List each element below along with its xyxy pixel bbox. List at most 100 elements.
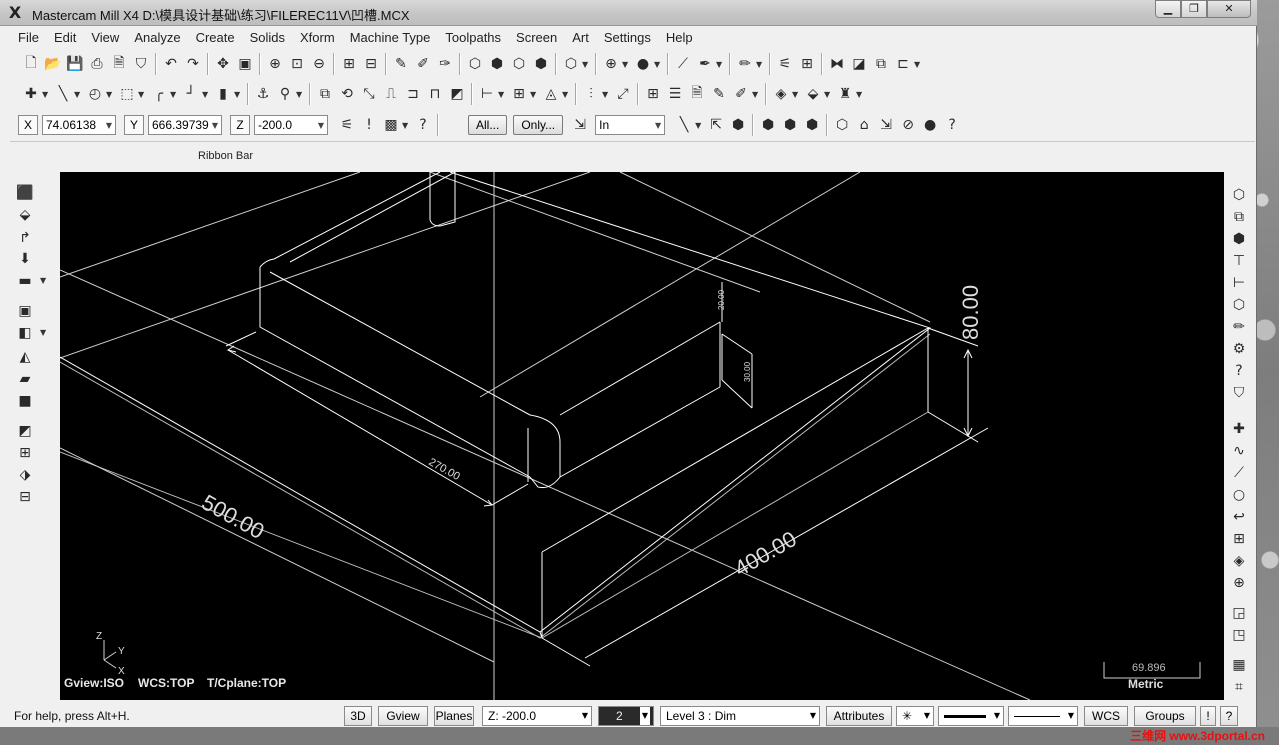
z-label[interactable]: Z xyxy=(230,115,250,135)
wireframe-icon[interactable]: ⊕ xyxy=(601,53,621,75)
chevron-down-icon[interactable]: ▼ xyxy=(1068,707,1074,725)
circle-create-icon[interactable]: ○ xyxy=(1230,486,1248,504)
layout-icon[interactable]: ⊞ xyxy=(16,444,34,462)
hide-icon[interactable]: ✑ xyxy=(435,53,455,75)
chevron-down-icon[interactable]: ▼ xyxy=(756,60,764,69)
relationship-icon[interactable]: ⧉ xyxy=(1230,208,1248,226)
query-icon[interactable]: ? xyxy=(1230,362,1248,380)
zoom-out-icon[interactable]: ⊖ xyxy=(309,53,329,75)
toolpath-copy-icon[interactable]: ◳ xyxy=(1230,626,1248,644)
chevron-down-icon[interactable]: ▼ xyxy=(138,90,146,99)
delete-icon[interactable]: ✐ xyxy=(413,53,433,75)
selection-type-select[interactable]: In ▼ xyxy=(595,115,666,135)
rectangle-icon[interactable]: ⬚ xyxy=(117,83,137,105)
print-preview-icon[interactable]: 🗎 xyxy=(109,53,129,75)
selection-mode-icon[interactable]: ⇲ xyxy=(570,114,590,136)
modify-icon[interactable]: ✒ xyxy=(695,53,715,75)
line-create-icon[interactable]: ⟋ xyxy=(1230,464,1248,482)
cursor-icon[interactable]: ⇱ xyxy=(706,114,726,136)
clear-selection-icon[interactable]: ⊘ xyxy=(898,114,918,136)
spline-icon[interactable]: ∿ xyxy=(1230,442,1248,460)
ruler-icon[interactable]: ⌗ xyxy=(1230,678,1248,696)
tag-icon[interactable]: ⛉ xyxy=(1230,384,1248,402)
print-icon[interactable]: ⎙ xyxy=(87,53,107,75)
chevron-down-icon[interactable]: ▼ xyxy=(622,60,630,69)
z-coordinate-field[interactable]: -200.0 ▼ xyxy=(254,115,328,135)
back-face-icon[interactable]: ⬡ xyxy=(832,114,852,136)
list-icon[interactable]: ☰ xyxy=(665,83,685,105)
shaded-icon[interactable]: ● xyxy=(633,53,653,75)
chevron-down-icon[interactable]: ▼ xyxy=(40,328,46,337)
end-selection-icon[interactable]: ⇲ xyxy=(876,114,896,136)
boolean-icon[interactable]: ◧ xyxy=(16,324,34,342)
revolve-icon[interactable]: ⬙ xyxy=(16,206,34,224)
circle-icon[interactable]: ◴ xyxy=(85,83,105,105)
solid-box-icon[interactable]: ▮ xyxy=(213,83,233,105)
chevron-down-icon[interactable]: ▼ xyxy=(639,707,650,725)
zoom-window-icon[interactable]: ⊡ xyxy=(287,53,307,75)
alert-button[interactable]: ! xyxy=(1200,706,1216,726)
front-view-icon[interactable]: ⬢ xyxy=(487,53,507,75)
chevron-down-icon[interactable]: ▼ xyxy=(296,90,304,99)
chevron-down-icon[interactable]: ▼ xyxy=(752,90,760,99)
help-button[interactable]: ? xyxy=(1220,706,1238,726)
chevron-down-icon[interactable]: ▼ xyxy=(530,90,538,99)
measure-icon[interactable]: ⟋ xyxy=(673,53,693,75)
analyze-icon[interactable]: ✎ xyxy=(391,53,411,75)
face-select-icon[interactable]: ⬢ xyxy=(758,114,778,136)
new-file-icon[interactable]: 🗋 xyxy=(21,53,41,75)
title-bar[interactable]: X Mastercam Mill X4 D:\模具设计基础\练习\FILEREC… xyxy=(0,0,1257,26)
chevron-down-icon[interactable]: ▼ xyxy=(792,90,800,99)
top-view-icon[interactable]: ⬡ xyxy=(465,53,485,75)
fillet-icon[interactable]: ╭ xyxy=(149,83,169,105)
line-width-field[interactable]: ▼ xyxy=(1008,706,1078,726)
calculator-icon[interactable]: ▦ xyxy=(1230,656,1248,674)
chevron-down-icon[interactable]: ▼ xyxy=(498,90,506,99)
zoom-target-icon[interactable]: ⊞ xyxy=(339,53,359,75)
project-icon[interactable]: ⊓ xyxy=(425,83,445,105)
maximize-button[interactable]: ❐ xyxy=(1181,0,1207,18)
chevron-down-icon[interactable]: ▼ xyxy=(42,90,50,99)
3d-button[interactable]: 3D xyxy=(344,706,372,726)
point-icon[interactable]: ✚ xyxy=(21,83,41,105)
z-depth-field[interactable]: Z: -200.0 ▼ xyxy=(482,706,592,726)
trim-icon[interactable]: ⛉ xyxy=(131,53,151,75)
y-label[interactable]: Y xyxy=(124,115,144,135)
chevron-down-icon[interactable]: ▼ xyxy=(582,707,588,725)
x-coordinate-field[interactable]: 74.06138 ▼ xyxy=(42,115,116,135)
select-all-button[interactable]: All... xyxy=(468,115,508,135)
chevron-down-icon[interactable]: ▼ xyxy=(106,90,114,99)
chevron-down-icon[interactable]: ▼ xyxy=(716,60,724,69)
trim-solid-icon[interactable]: ◩ xyxy=(16,422,34,440)
menu-settings[interactable]: Settings xyxy=(596,30,658,45)
chevron-down-icon[interactable]: ▼ xyxy=(170,90,178,99)
probe-icon[interactable]: ⫶ xyxy=(581,83,601,105)
trim-break-icon[interactable]: ⚓ xyxy=(253,83,273,105)
menu-xform[interactable]: Xform xyxy=(292,30,342,45)
help-icon[interactable]: ? xyxy=(413,114,433,136)
unzoom-icon[interactable]: ⊟ xyxy=(361,53,381,75)
menu-view[interactable]: View xyxy=(83,30,126,45)
note-icon[interactable]: ◬ xyxy=(541,83,561,105)
chevron-down-icon[interactable]: ▼ xyxy=(562,90,570,99)
arc-icon[interactable]: ↩ xyxy=(1230,508,1248,526)
toolpath-move-icon[interactable]: ◲ xyxy=(1230,604,1248,622)
view-cube-icon[interactable]: ⬡ xyxy=(561,53,581,75)
gear-icon[interactable]: ⚙ xyxy=(1230,340,1248,358)
save-icon[interactable]: 💾 xyxy=(65,53,85,75)
dimension-icon[interactable]: ⊢ xyxy=(477,83,497,105)
open-file-icon[interactable]: 📂 xyxy=(43,53,63,75)
chevron-down-icon[interactable]: ▼ xyxy=(318,121,324,130)
autocursor-icon[interactable]: ▩ xyxy=(381,114,401,136)
matrix-icon[interactable]: ⊞ xyxy=(797,53,817,75)
fast-point-icon[interactable]: ⚟ xyxy=(337,114,357,136)
chevron-down-icon[interactable]: ▼ xyxy=(602,90,610,99)
offset-xform-icon[interactable]: ⊐ xyxy=(403,83,423,105)
line-icon[interactable]: ╲ xyxy=(53,83,73,105)
surface-create-icon[interactable]: ◈ xyxy=(1230,552,1248,570)
menu-file[interactable]: File xyxy=(10,30,46,45)
edge-select-icon[interactable]: ⬢ xyxy=(780,114,800,136)
chevron-down-icon[interactable]: ▼ xyxy=(655,121,661,130)
translate-icon[interactable]: ⧉ xyxy=(315,83,335,105)
x-label[interactable]: X xyxy=(18,115,38,135)
